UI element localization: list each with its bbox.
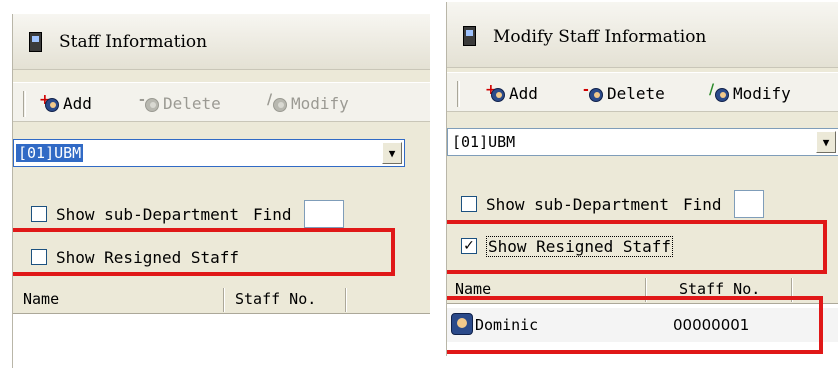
find-label: Find <box>253 204 292 224</box>
delete-button[interactable]: - Delete <box>139 93 221 114</box>
show-resigned-row: ✓ Show Resigned Staff <box>447 230 674 262</box>
add-button[interactable]: + Add <box>485 83 538 104</box>
staff-list[interactable] <box>13 314 430 368</box>
modify-staff-information-window: Modify Staff Information + Add - Delete … <box>446 2 838 356</box>
column-staff-no-header[interactable]: Staff No. <box>679 280 760 298</box>
list-header: Name Staff No. <box>13 286 430 314</box>
show-resigned-label: Show Resigned Staff <box>486 235 674 257</box>
table-row[interactable]: Dominic 00000001 <box>447 308 838 342</box>
add-button-label: Add <box>63 94 92 113</box>
show-sub-department-label: Show sub-Department <box>486 194 670 214</box>
title-bar: Staff Information <box>13 14 430 70</box>
show-sub-department-row: Show sub-Department Find <box>447 188 764 220</box>
modify-button-label: Modify <box>291 94 349 113</box>
department-select[interactable]: [01]UBM ▼ <box>447 128 838 156</box>
column-separator[interactable] <box>345 288 347 312</box>
delete-user-icon: - <box>583 83 605 103</box>
column-separator[interactable] <box>791 278 793 302</box>
toolbar: + Add - Delete / Modify <box>447 72 838 112</box>
chevron-down-icon[interactable]: ▼ <box>816 131 836 153</box>
column-name-header[interactable]: Name <box>455 280 491 298</box>
toolbar-grip <box>23 91 26 117</box>
staff-information-window: Staff Information + Add - Delete / Modif… <box>12 14 430 368</box>
staff-number: 00000001 <box>673 316 750 334</box>
list-header: Name Staff No. <box>447 276 838 304</box>
window-icon <box>29 32 42 52</box>
toolbar: + Add - Delete / Modify <box>13 82 430 122</box>
modify-button-label: Modify <box>733 84 791 103</box>
show-sub-department-checkbox[interactable] <box>461 196 477 212</box>
find-label: Find <box>683 194 722 214</box>
modify-button[interactable]: / Modify <box>709 83 791 104</box>
show-resigned-row: Show Resigned Staff <box>13 241 239 273</box>
modify-button[interactable]: / Modify <box>267 93 349 114</box>
add-user-icon: + <box>485 83 507 103</box>
window-title: Modify Staff Information <box>493 27 707 47</box>
find-input[interactable] <box>733 190 764 218</box>
show-resigned-checkbox[interactable]: ✓ <box>461 238 477 254</box>
department-value: [01]UBM <box>16 144 84 162</box>
window-title: Staff Information <box>59 32 208 52</box>
delete-button[interactable]: - Delete <box>583 83 665 104</box>
column-separator[interactable] <box>223 288 225 312</box>
show-sub-department-checkbox[interactable] <box>31 206 47 222</box>
add-button[interactable]: + Add <box>39 93 92 114</box>
modify-user-icon: / <box>709 83 731 103</box>
show-sub-department-label: Show sub-Department <box>56 204 240 224</box>
delete-button-label: Delete <box>163 94 221 113</box>
column-separator[interactable] <box>645 278 647 302</box>
delete-button-label: Delete <box>607 84 665 103</box>
column-staff-no-header[interactable]: Staff No. <box>235 290 316 308</box>
show-resigned-checkbox[interactable] <box>31 249 47 265</box>
window-icon <box>463 26 476 46</box>
column-name-header[interactable]: Name <box>23 290 59 308</box>
person-icon <box>451 313 473 335</box>
show-sub-department-row: Show sub-Department Find <box>13 198 344 230</box>
show-resigned-label: Show Resigned Staff <box>56 247 240 267</box>
chevron-down-icon[interactable]: ▼ <box>382 142 402 164</box>
department-select[interactable]: [01]UBM ▼ <box>13 139 405 167</box>
add-user-icon: + <box>39 93 61 113</box>
title-bar: Modify Staff Information <box>447 2 838 68</box>
toolbar-grip <box>457 81 460 107</box>
delete-user-icon: - <box>139 93 161 113</box>
add-button-label: Add <box>509 84 538 103</box>
modify-user-icon: / <box>267 93 289 113</box>
staff-name: Dominic <box>475 316 539 334</box>
staff-list[interactable]: Dominic 00000001 <box>447 304 838 356</box>
find-input[interactable] <box>303 200 344 228</box>
department-value: [01]UBM <box>452 133 516 151</box>
